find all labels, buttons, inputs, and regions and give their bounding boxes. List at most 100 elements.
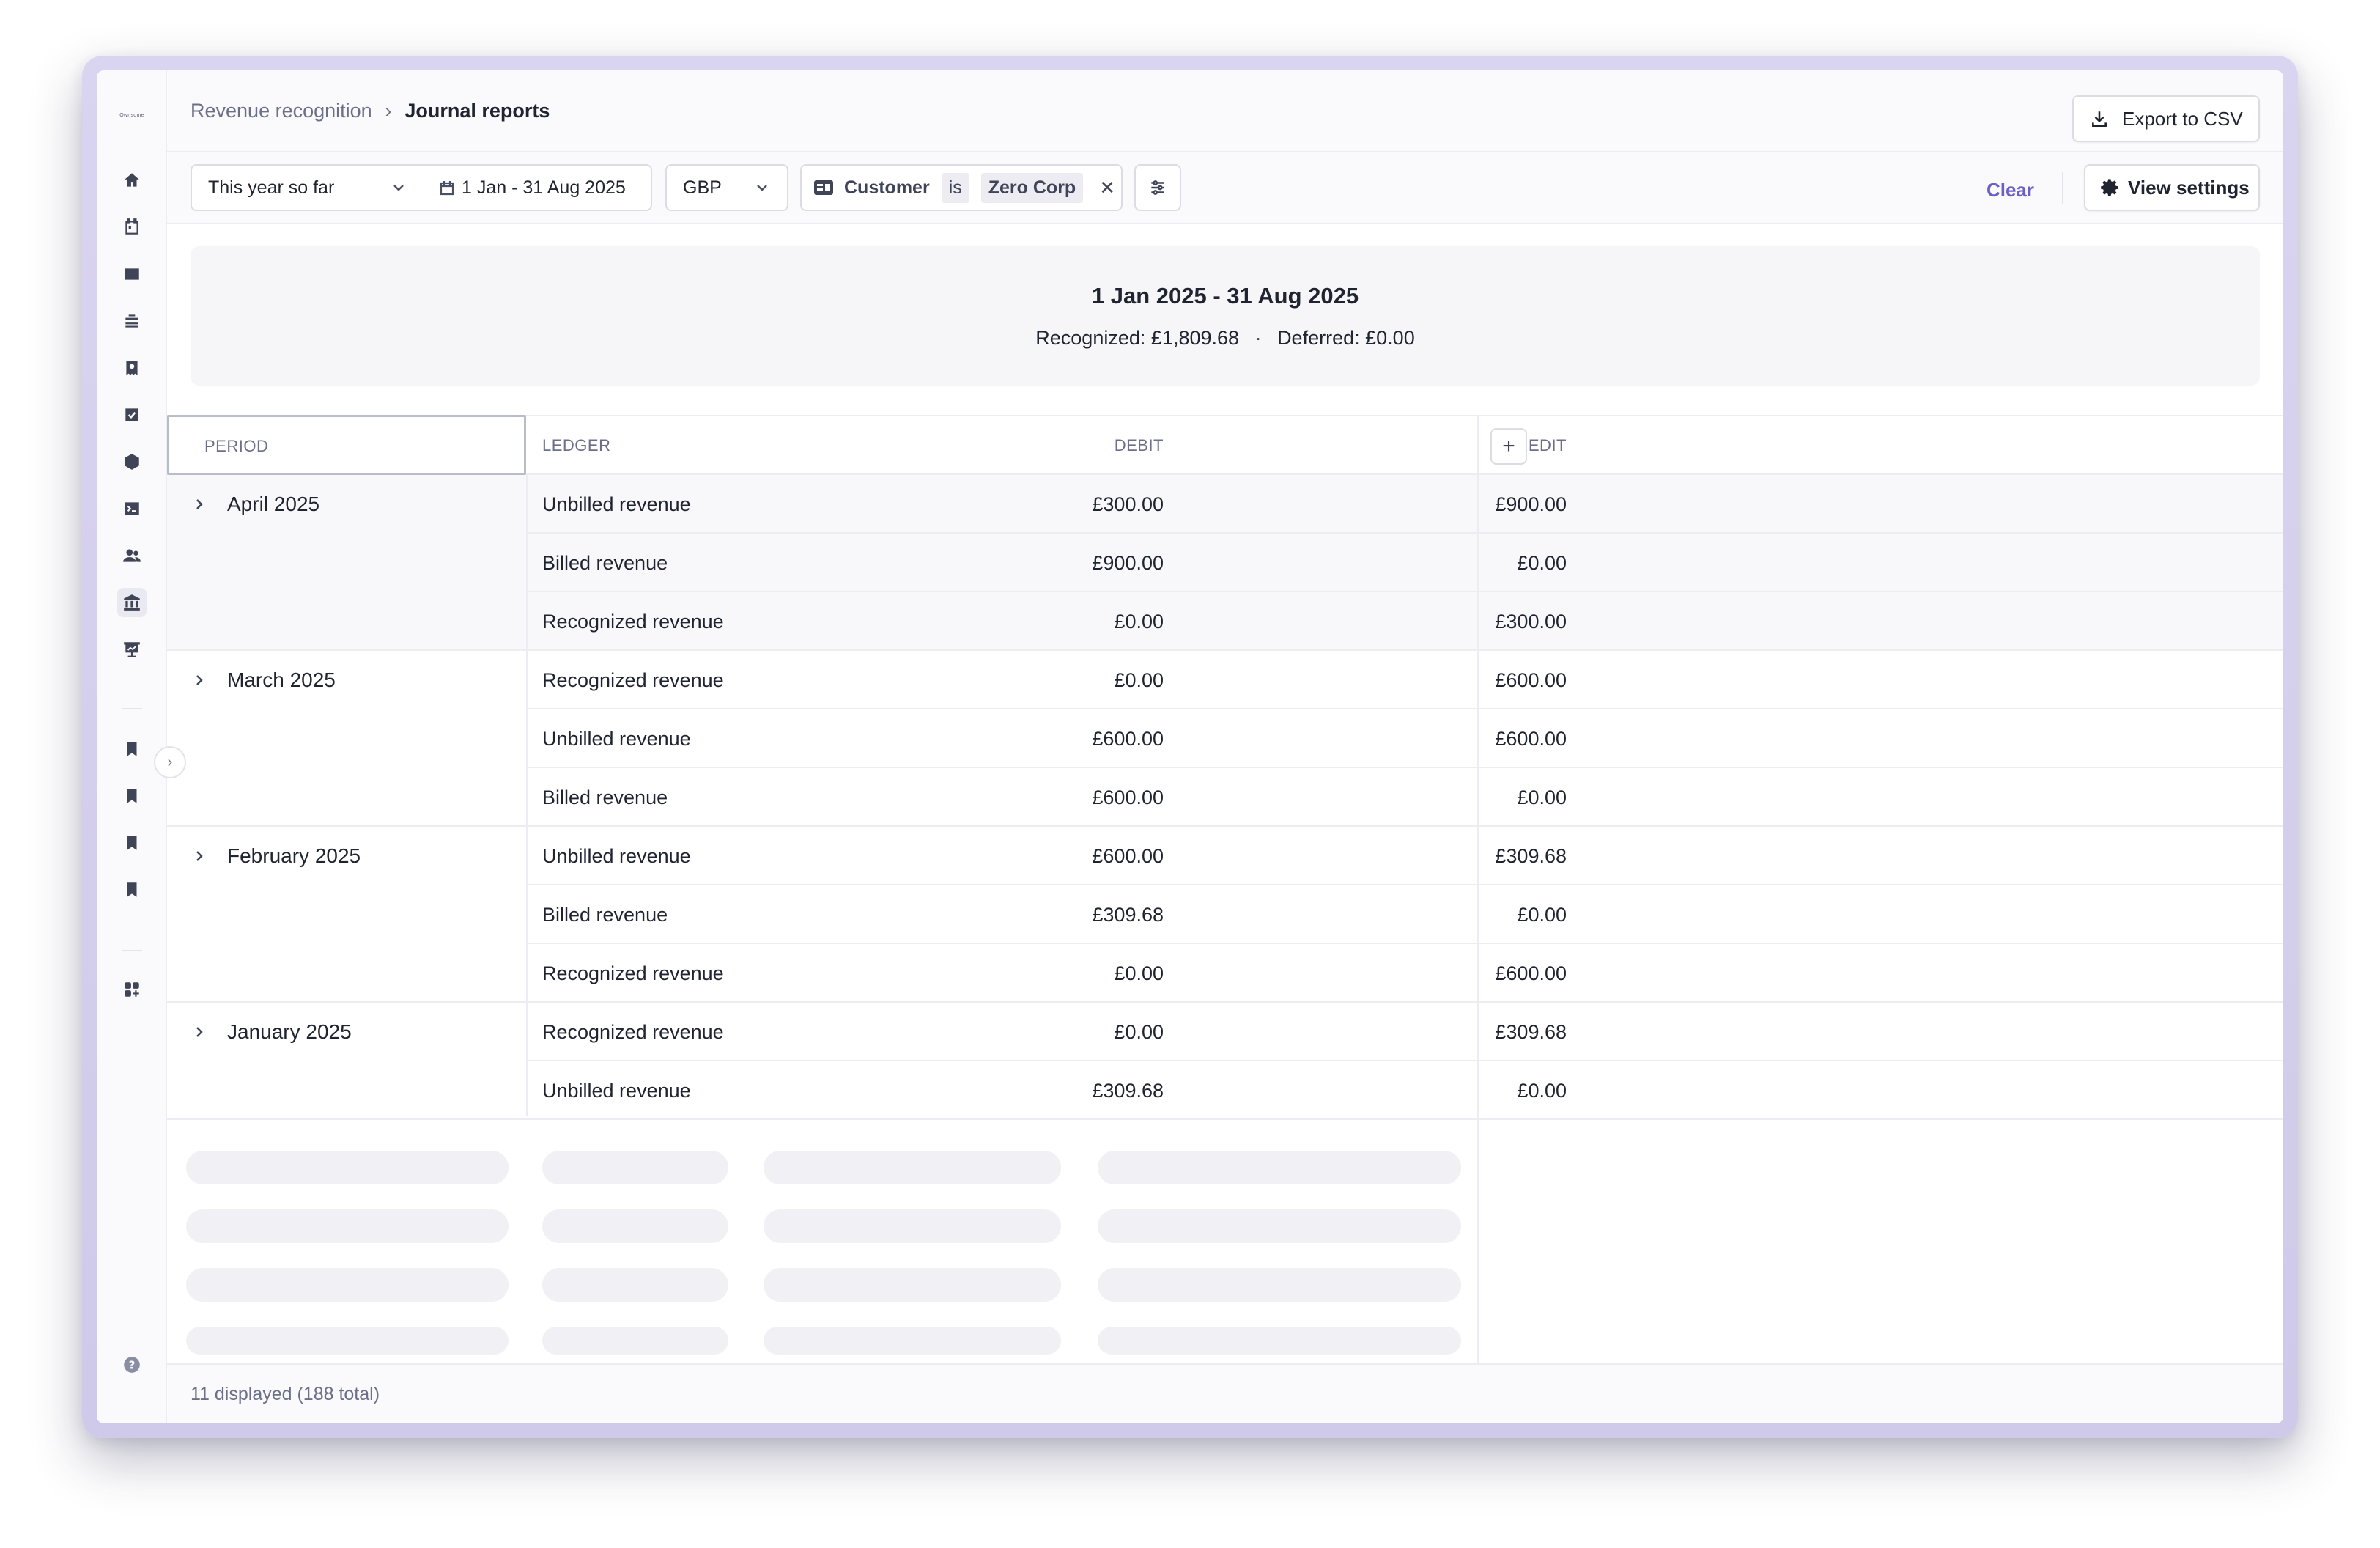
skeleton-bar <box>542 1209 728 1243</box>
window-frame: Ownsome ? › Revenue recognition › Journa… <box>82 56 2298 1438</box>
table-row[interactable]: Billed revenue £309.68 £0.00 <box>526 885 2283 944</box>
credit-cell: £309.68 <box>1495 845 1567 867</box>
customer-filter-chip[interactable]: Customer is Zero Corp ✕ <box>800 164 1123 211</box>
period-group: January 2025 Recognized revenue £0.00 £3… <box>167 1003 2283 1120</box>
clear-filters-link[interactable]: Clear <box>1987 179 2034 202</box>
skeleton-bar <box>542 1327 728 1354</box>
bookmark-icon[interactable] <box>117 875 147 904</box>
terminal-icon[interactable] <box>117 494 147 523</box>
users-icon[interactable] <box>117 541 147 570</box>
breadcrumb: Revenue recognition › Journal reports <box>191 100 550 122</box>
currency-value: GBP <box>683 177 722 198</box>
gear-icon <box>2101 179 2118 196</box>
skeleton-bar <box>186 1209 509 1243</box>
debit-cell: £600.00 <box>1092 786 1164 808</box>
chevron-right-icon <box>196 1027 203 1037</box>
view-settings-button[interactable]: View settings <box>2084 164 2260 211</box>
recognized-label: Recognized: <box>1035 327 1146 349</box>
filter-field: Customer <box>844 177 930 198</box>
page-title: Journal reports <box>404 100 550 122</box>
debit-cell: £0.00 <box>1114 669 1164 691</box>
table-row[interactable]: Unbilled revenue £600.00 £309.68 <box>526 827 2283 885</box>
nav-rail: Ownsome ? <box>97 70 167 1423</box>
column-header-debit[interactable]: DEBIT <box>783 416 1164 475</box>
stack-icon[interactable] <box>117 306 147 336</box>
download-icon <box>2092 111 2107 128</box>
apps-grid-icon[interactable] <box>117 975 147 1004</box>
expand-rail-button[interactable]: › <box>154 746 186 778</box>
deferred-value: £0.00 <box>1365 327 1415 349</box>
debit-cell: £600.00 <box>1092 845 1164 867</box>
app-window: Ownsome ? › Revenue recognition › Journa… <box>97 70 2283 1423</box>
cube-icon[interactable] <box>117 447 147 476</box>
table-row[interactable]: Recognized revenue £0.00 £309.68 <box>526 1003 2283 1061</box>
ledger-cell: Unbilled revenue <box>542 1080 691 1102</box>
chevron-right-icon: › <box>385 100 392 122</box>
table-row[interactable]: Billed revenue £600.00 £0.00 <box>526 768 2283 827</box>
credit-cell: £600.00 <box>1495 962 1567 984</box>
presentation-chart-icon[interactable] <box>117 635 147 664</box>
table-row[interactable]: Unbilled revenue £300.00 £900.00 <box>526 475 2283 534</box>
column-header-ledger[interactable]: LEDGER <box>542 416 610 475</box>
home-icon[interactable] <box>117 166 147 195</box>
filter-value[interactable]: Zero Corp <box>980 172 1084 203</box>
period-group-toggle[interactable]: April 2025 <box>191 493 319 516</box>
ledger-cell: Billed revenue <box>542 786 668 808</box>
help-icon[interactable]: ? <box>117 1350 147 1379</box>
bank-icon[interactable] <box>117 588 147 617</box>
date-range-picker[interactable]: 1 Jan - 31 Aug 2025 <box>424 164 652 211</box>
rail-divider <box>122 950 142 951</box>
credit-cell: £0.00 <box>1517 904 1567 926</box>
filter-operator[interactable]: is <box>941 172 969 203</box>
credit-cell: £0.00 <box>1517 786 1567 808</box>
add-column-button[interactable]: + <box>1490 428 1527 465</box>
bookmark-icon[interactable] <box>117 781 147 811</box>
skeleton-bar <box>186 1268 509 1302</box>
period-label: January 2025 <box>227 1020 352 1043</box>
breadcrumb-parent-link[interactable]: Revenue recognition <box>191 100 372 122</box>
filter-options-button[interactable] <box>1134 164 1181 211</box>
id-card-icon[interactable] <box>117 259 147 289</box>
export-label: Export to CSV <box>2122 107 2243 130</box>
column-divider <box>526 475 528 1116</box>
skeleton-bar <box>1098 1327 1461 1354</box>
ledger-cell: Billed revenue <box>542 904 668 926</box>
receipt-search-icon[interactable] <box>117 353 147 383</box>
table-row[interactable]: Recognized revenue £0.00 £600.00 <box>526 944 2283 1003</box>
column-header-period[interactable]: PERIOD <box>167 415 526 475</box>
credit-cell: £309.68 <box>1495 1021 1567 1043</box>
table-row[interactable]: Unbilled revenue £309.68 £0.00 <box>526 1061 2283 1120</box>
debit-cell: £309.68 <box>1092 1080 1164 1102</box>
period-label: April 2025 <box>227 493 320 515</box>
table-row[interactable]: Billed revenue £900.00 £0.00 <box>526 534 2283 592</box>
skeleton-bar <box>542 1151 728 1184</box>
table-row[interactable]: Recognized revenue £0.00 £300.00 <box>526 592 2283 651</box>
calendar-icon[interactable] <box>117 213 147 242</box>
period-select[interactable]: This year so far <box>191 164 425 211</box>
period-group-toggle[interactable]: January 2025 <box>191 1020 352 1044</box>
skeleton-bar <box>764 1209 1061 1243</box>
period-label: March 2025 <box>227 668 336 691</box>
period-group-toggle[interactable]: March 2025 <box>191 668 336 692</box>
check-square-icon[interactable] <box>117 400 147 430</box>
skeleton-bar <box>1098 1268 1461 1302</box>
table-footer: 11 displayed (188 total) <box>167 1363 2283 1423</box>
export-csv-button[interactable]: Export to CSV <box>2072 95 2260 142</box>
credit-cell: £900.00 <box>1495 493 1567 515</box>
ledger-cell: Recognized revenue <box>542 962 724 984</box>
bookmark-icon[interactable] <box>117 734 147 764</box>
table-row[interactable]: Recognized revenue £0.00 £600.00 <box>526 651 2283 710</box>
debit-cell: £900.00 <box>1092 552 1164 574</box>
currency-select[interactable]: GBP <box>665 164 788 211</box>
chevron-down-icon <box>393 185 404 191</box>
bookmark-icon[interactable] <box>117 828 147 858</box>
period-group-toggle[interactable]: February 2025 <box>191 844 361 868</box>
close-icon[interactable]: ✕ <box>1099 177 1115 199</box>
column-divider <box>1477 415 1479 1363</box>
journal-table: PERIOD LEDGER DEBIT CREDIT + April 2025 … <box>167 415 2283 1363</box>
table-row[interactable]: Unbilled revenue £600.00 £600.00 <box>526 710 2283 768</box>
ledger-cell: Unbilled revenue <box>542 493 691 515</box>
period-group: March 2025 Recognized revenue £0.00 £600… <box>167 651 2283 827</box>
recognized-value: £1,809.68 <box>1150 327 1240 349</box>
chevron-right-icon <box>196 675 203 685</box>
